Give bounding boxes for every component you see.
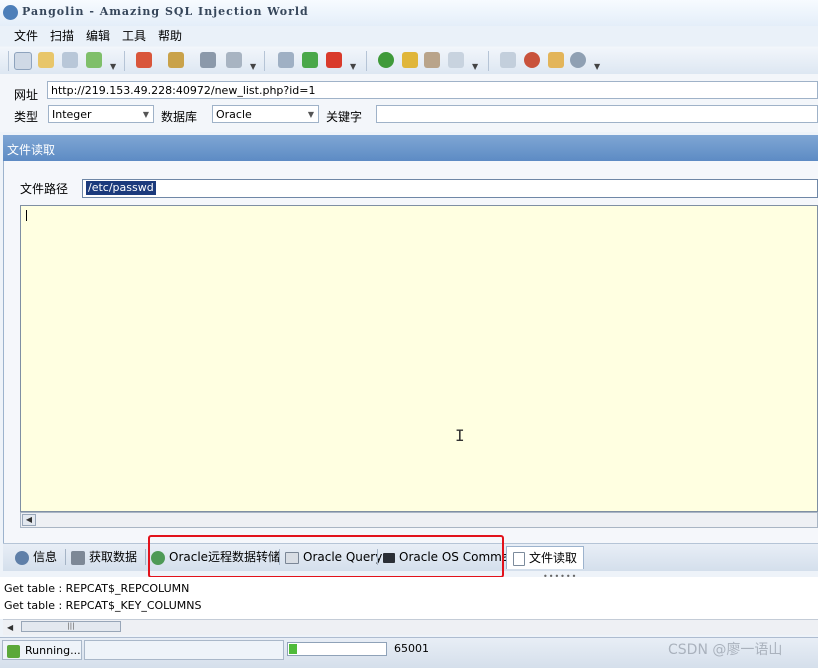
horizontal-scrollbar[interactable]: ◀ bbox=[20, 512, 818, 528]
progress-bar bbox=[287, 642, 387, 656]
tab-separator bbox=[145, 549, 146, 565]
url-label: 网址 bbox=[14, 88, 39, 102]
keyword-label: 关键字 bbox=[326, 110, 363, 124]
database-label: 数据库 bbox=[161, 110, 198, 124]
log-horizontal-scrollbar[interactable]: ◀ ||| bbox=[3, 619, 818, 635]
watermark: CSDN @廖一语山 bbox=[668, 642, 783, 658]
tab-info[interactable]: 信息 bbox=[15, 546, 57, 568]
scroll-left-icon[interactable]: ◀ bbox=[22, 514, 36, 526]
window-title: Pangolin - Amazing SQL Injection World bbox=[22, 5, 309, 18]
running-icon bbox=[7, 645, 20, 658]
menu-file[interactable]: 文件 bbox=[14, 28, 38, 44]
highlight-annotation-box bbox=[148, 535, 504, 578]
text-caret bbox=[26, 210, 27, 221]
menu-help[interactable]: 帮助 bbox=[158, 28, 182, 44]
toolbar: ▼ ▼ ▼ ▼ ▼ bbox=[0, 47, 818, 75]
progress-fill bbox=[289, 644, 297, 654]
chevron-down-icon[interactable]: ▼ bbox=[110, 63, 118, 71]
home-icon[interactable] bbox=[500, 52, 516, 68]
tab-info-label: 信息 bbox=[33, 550, 58, 564]
info-icon[interactable] bbox=[570, 52, 586, 68]
menu-scan[interactable]: 扫描 bbox=[50, 28, 74, 44]
log-line: Get table : REPCAT$_KEY_COLUMNS bbox=[4, 599, 202, 612]
import-icon[interactable] bbox=[136, 52, 152, 68]
status-text: Running... bbox=[25, 644, 81, 657]
bug-icon[interactable] bbox=[524, 52, 540, 68]
database-select-value: Oracle bbox=[216, 108, 252, 121]
menu-tools[interactable]: 工具 bbox=[122, 28, 146, 44]
database-icon bbox=[71, 550, 85, 565]
chevron-down-icon: ▼ bbox=[142, 110, 149, 119]
text-cursor-icon: I bbox=[455, 426, 465, 445]
type-select-value: Integer bbox=[52, 108, 92, 121]
keyword-input[interactable] bbox=[376, 105, 818, 123]
tab-file-read[interactable]: 文件读取 bbox=[506, 546, 585, 569]
key-icon[interactable] bbox=[402, 52, 418, 68]
target-form: 网址 http://219.153.49.228:40972/new_list.… bbox=[0, 74, 818, 132]
tab-fetch-data-label: 获取数据 bbox=[89, 550, 138, 564]
tab-separator bbox=[65, 549, 66, 565]
chevron-down-icon: ▼ bbox=[307, 110, 314, 119]
file-content-textarea[interactable] bbox=[20, 205, 818, 512]
app-icon bbox=[3, 5, 18, 20]
info-icon bbox=[15, 550, 29, 565]
document-icon[interactable] bbox=[38, 52, 54, 68]
tab-file-read-label: 文件读取 bbox=[529, 551, 578, 565]
pause-icon[interactable] bbox=[302, 52, 318, 68]
type-select[interactable]: Integer ▼ bbox=[48, 105, 154, 123]
file-path-value: /etc/passwd bbox=[86, 181, 156, 195]
title-bar: Pangolin - Amazing SQL Injection World bbox=[0, 0, 818, 27]
status-count: 65001 bbox=[394, 642, 429, 655]
image-icon[interactable] bbox=[62, 52, 78, 68]
chevron-down-icon[interactable]: ▼ bbox=[350, 63, 358, 71]
toolbar-separator bbox=[8, 51, 9, 71]
panel-title: 文件读取 bbox=[7, 143, 56, 157]
play-icon[interactable] bbox=[278, 52, 294, 68]
plugin-icon[interactable] bbox=[548, 52, 564, 68]
file-icon bbox=[513, 551, 525, 566]
panel-header: 文件读取 bbox=[3, 135, 818, 161]
users-icon[interactable] bbox=[424, 52, 440, 68]
search-icon[interactable] bbox=[14, 52, 32, 70]
url-input[interactable]: http://219.153.49.228:40972/new_list.php… bbox=[47, 81, 818, 99]
magnifier-icon[interactable] bbox=[448, 52, 464, 68]
tab-fetch-data[interactable]: 获取数据 bbox=[71, 546, 137, 568]
toolbar-separator bbox=[366, 51, 367, 71]
wrench-icon[interactable] bbox=[200, 52, 216, 68]
database-select[interactable]: Oracle ▼ bbox=[212, 105, 319, 123]
stop-icon[interactable] bbox=[326, 52, 342, 68]
chevron-down-icon[interactable]: ▼ bbox=[594, 63, 602, 71]
file-path-input[interactable]: /etc/passwd bbox=[82, 179, 818, 198]
palette-icon[interactable] bbox=[168, 52, 184, 68]
toolbar-separator bbox=[124, 51, 125, 71]
scroll-left-icon[interactable]: ◀ bbox=[7, 623, 13, 632]
toolbar-separator bbox=[488, 51, 489, 71]
file-path-label: 文件路径 bbox=[20, 182, 69, 196]
log-line: Get table : REPCAT$_REPCOLUMN bbox=[4, 582, 190, 595]
check-icon[interactable] bbox=[378, 52, 394, 68]
database-icon[interactable] bbox=[226, 52, 242, 68]
toolbar-separator bbox=[264, 51, 265, 71]
chevron-down-icon[interactable]: ▼ bbox=[250, 63, 258, 71]
status-panel bbox=[84, 640, 284, 660]
scrollbar-thumb[interactable]: ||| bbox=[21, 621, 121, 632]
type-label: 类型 bbox=[14, 110, 39, 124]
log-panel: Get table : REPCAT$_REPCOLUMN Get table … bbox=[0, 577, 818, 619]
menu-bar: 文件 扫描 编辑 工具 帮助 bbox=[0, 26, 818, 46]
export-icon[interactable] bbox=[86, 52, 102, 68]
status-panel: Running... bbox=[2, 640, 82, 660]
menu-edit[interactable]: 编辑 bbox=[86, 28, 110, 44]
chevron-down-icon[interactable]: ▼ bbox=[472, 63, 480, 71]
